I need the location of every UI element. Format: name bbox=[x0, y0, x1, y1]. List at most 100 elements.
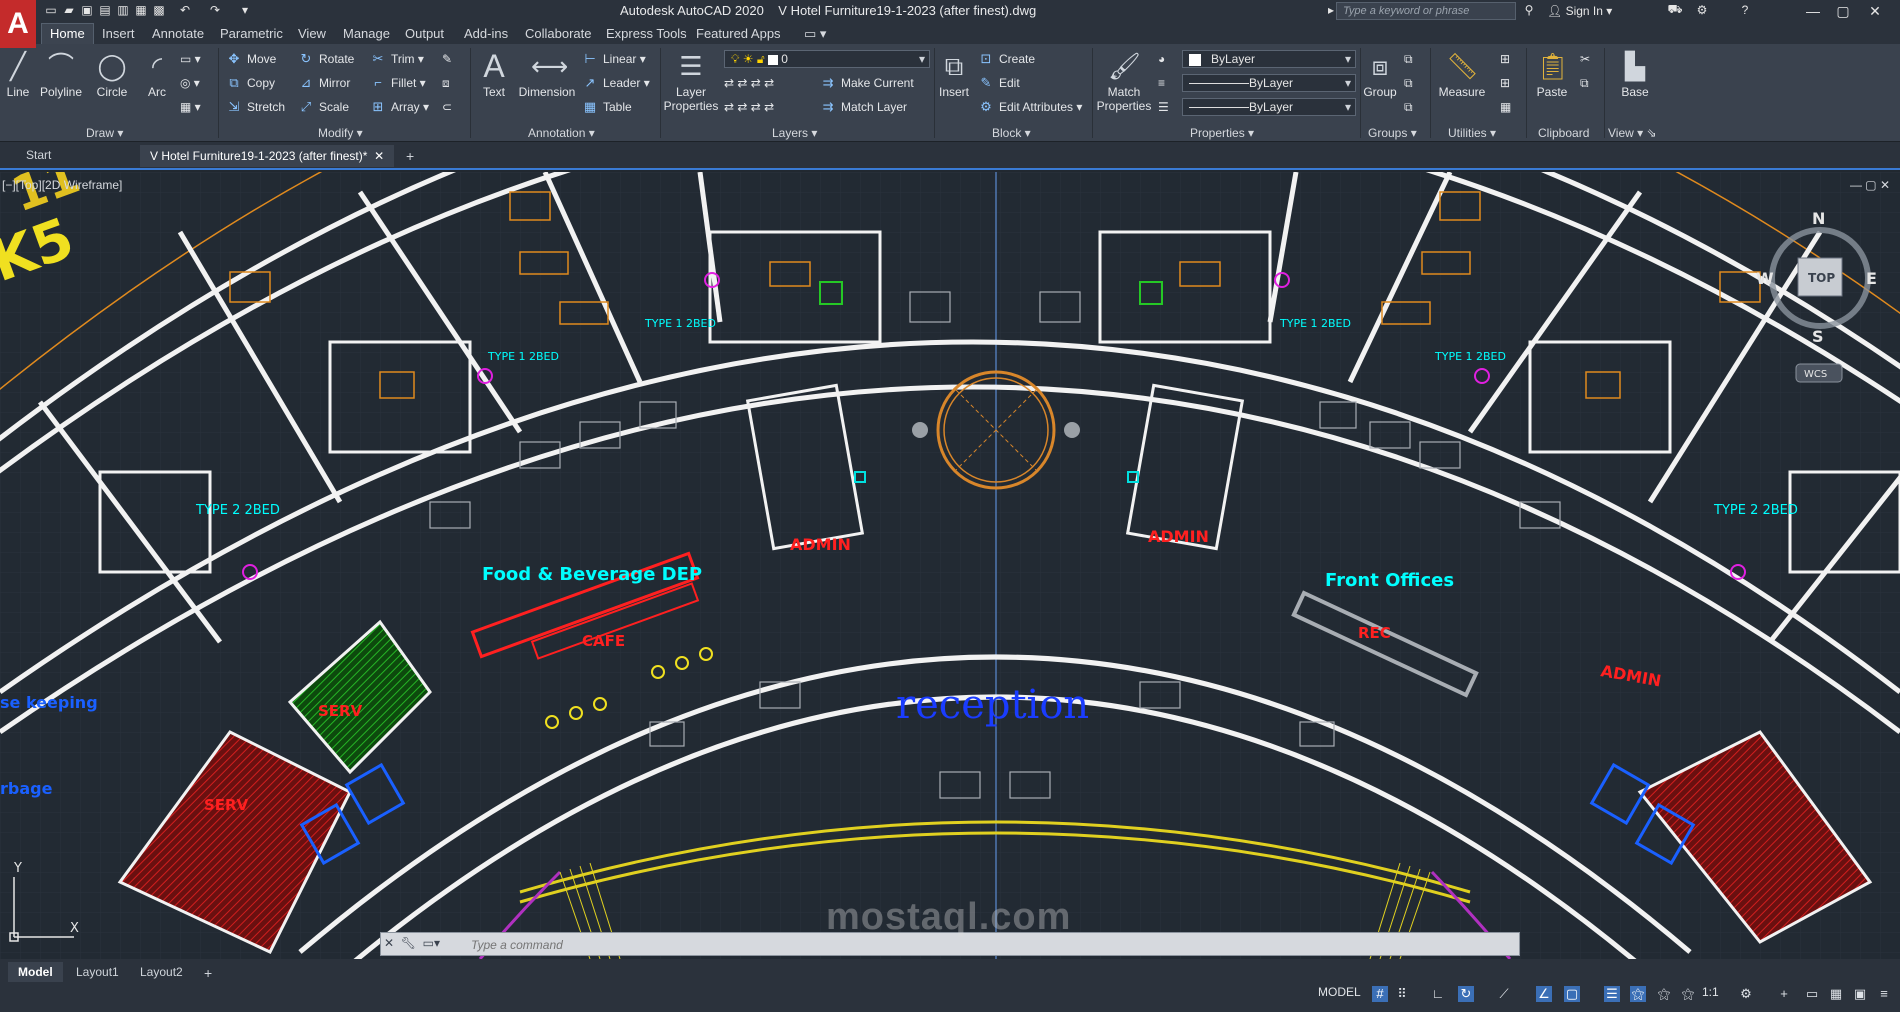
scale-button[interactable]: ⤢ Scale bbox=[298, 100, 349, 115]
stretch-button[interactable]: ⇲ Stretch bbox=[226, 100, 285, 115]
properties-panel-label[interactable]: Properties ▾ bbox=[1190, 126, 1254, 140]
explode-icon[interactable]: ⧈ bbox=[442, 76, 450, 91]
line-button[interactable]: ╱ Line bbox=[2, 50, 34, 99]
match-layer-button[interactable]: ⇉ Match Layer bbox=[820, 100, 907, 115]
tab-collaborate[interactable]: Collaborate bbox=[525, 26, 592, 41]
drawing-tab[interactable]: V Hotel Furniture19-1-2023 (after finest… bbox=[140, 145, 395, 167]
modify-panel-label[interactable]: Modify ▾ bbox=[318, 126, 363, 140]
dimension-button[interactable]: ⟷ Dimension bbox=[516, 50, 578, 99]
trim-button[interactable]: ✂ Trim ▾ bbox=[370, 52, 424, 67]
redo-icon[interactable]: ↷ bbox=[208, 3, 222, 17]
insert-button[interactable]: ⧉ Insert bbox=[936, 50, 972, 99]
viewport-window-controls[interactable]: — ▢ ✕ bbox=[1850, 178, 1890, 192]
snap-icon[interactable]: ⠿ bbox=[1394, 986, 1410, 1002]
rectangle-icon[interactable]: ▭ ▾ bbox=[180, 52, 201, 66]
plot-icon[interactable]: ▩ bbox=[152, 3, 166, 17]
compass-north[interactable]: N bbox=[1812, 209, 1825, 228]
close-command-icon[interactable]: ✕ bbox=[384, 936, 394, 950]
layer-properties-button[interactable]: ☰ Layer Properties bbox=[662, 50, 720, 113]
groups-panel-label[interactable]: Groups ▾ bbox=[1368, 126, 1417, 140]
rotate-button[interactable]: ↻ Rotate bbox=[298, 52, 355, 67]
utilities-panel-label[interactable]: Utilities ▾ bbox=[1448, 126, 1496, 140]
tab-view[interactable]: View bbox=[298, 26, 326, 41]
compass-east[interactable]: E bbox=[1866, 269, 1877, 288]
workspace-gear-icon[interactable]: ⚙ bbox=[1738, 986, 1754, 1002]
match-properties-button[interactable]: 🖌︎ Match Properties bbox=[1094, 50, 1154, 113]
tab-output[interactable]: Output bbox=[405, 26, 444, 41]
view-panel-label[interactable]: View ▾ ⇘ bbox=[1608, 126, 1657, 140]
edit-block-button[interactable]: ✎ Edit bbox=[978, 76, 1020, 91]
customize-wrench-icon[interactable]: 🔧︎ bbox=[401, 936, 416, 950]
drawing-area[interactable]: [−][Top][2D Wireframe] — ▢ ✕ 11 K5 TYPE … bbox=[0, 172, 1900, 959]
open-icon[interactable]: ▰ bbox=[62, 3, 76, 17]
erase-icon[interactable]: ✎ bbox=[442, 52, 452, 66]
close-tab-icon[interactable]: ✕ bbox=[374, 149, 384, 163]
layout-tab-layout1[interactable]: Layout1 bbox=[76, 965, 119, 979]
sign-in-button[interactable]: 👤︎ Sign In ▾ bbox=[1547, 4, 1612, 18]
mirror-button[interactable]: ⊿ Mirror bbox=[298, 76, 351, 91]
layer-tool-icons[interactable]: ⇄ ⇄ ⇄ ⇄ bbox=[724, 76, 774, 90]
help-search-input[interactable]: Type a keyword or phrase bbox=[1336, 2, 1516, 20]
tab-parametric[interactable]: Parametric bbox=[220, 26, 283, 41]
polar-tracking-icon[interactable]: ↻ bbox=[1458, 986, 1474, 1002]
close-button[interactable]: ✕ bbox=[1862, 1, 1888, 21]
lineweight-toggle-icon[interactable]: ☰ bbox=[1604, 986, 1620, 1002]
units-icon[interactable]: ▭ bbox=[1804, 986, 1820, 1002]
isodraft-icon[interactable]: ⟋ bbox=[1496, 986, 1512, 1002]
add-layout-button[interactable]: + bbox=[204, 965, 212, 981]
auto-scale-icon[interactable]: ⚝ bbox=[1656, 986, 1672, 1002]
tab-insert[interactable]: Insert bbox=[102, 26, 135, 41]
color-dropdown[interactable]: ByLayer bbox=[1182, 50, 1356, 68]
tab-home[interactable]: Home bbox=[41, 23, 94, 45]
command-prompt-icon[interactable]: ▭▾ bbox=[423, 936, 440, 950]
quick-select-icon[interactable]: ⊞ bbox=[1500, 52, 1510, 66]
calculator-icon[interactable]: ▦ bbox=[1500, 100, 1511, 114]
quick-properties-icon[interactable]: ▦ bbox=[1828, 986, 1844, 1002]
compass-west[interactable]: W bbox=[1756, 269, 1774, 288]
cut-icon[interactable]: ✂ bbox=[1580, 52, 1590, 66]
group-button[interactable]: ⧈ Group bbox=[1362, 50, 1398, 99]
layer-dropdown[interactable]: 💡︎ ☀ 🔓︎ 0 bbox=[724, 50, 930, 68]
hatch-icon[interactable]: ◎ ▾ bbox=[180, 76, 200, 90]
create-block-button[interactable]: ⊡ Create bbox=[978, 52, 1035, 67]
polyline-button[interactable]: ⌒ Polyline bbox=[38, 50, 84, 99]
arc-button[interactable]: ◜ Arc bbox=[140, 50, 174, 99]
text-button[interactable]: A Text bbox=[476, 50, 512, 99]
lineweight-dropdown[interactable]: ByLayer bbox=[1182, 74, 1356, 92]
annotation-scale-icon[interactable]: ⚝ bbox=[1680, 986, 1696, 1002]
move-button[interactable]: ✥ Move bbox=[226, 52, 277, 67]
ortho-icon[interactable]: ∟ bbox=[1430, 986, 1446, 1002]
start-tab[interactable]: Start bbox=[26, 148, 51, 162]
cart-icon[interactable]: ⛟ bbox=[1667, 2, 1682, 17]
binoculars-icon[interactable]: ⚲ bbox=[1522, 3, 1536, 17]
compass-south[interactable]: S bbox=[1812, 327, 1824, 346]
select-all-icon[interactable]: ⊞ bbox=[1500, 76, 1510, 90]
leader-button[interactable]: ↗ Leader ▾ bbox=[582, 76, 650, 91]
clean-screen-icon[interactable]: ▣ bbox=[1852, 986, 1868, 1002]
linetype-dropdown[interactable]: ByLayer bbox=[1182, 98, 1356, 116]
customization-menu-icon[interactable]: ≡ bbox=[1876, 986, 1892, 1002]
save-as-icon[interactable]: ▤ bbox=[98, 3, 112, 17]
save-web-icon[interactable]: ▦ bbox=[134, 3, 148, 17]
layer-state-icons[interactable]: ⇄ ⇄ ⇄ ⇄ bbox=[724, 100, 774, 114]
wcs-label[interactable]: WCS bbox=[1804, 369, 1827, 380]
tab-add-ins[interactable]: Add-ins bbox=[464, 26, 508, 41]
tab-featured-apps[interactable]: Featured Apps bbox=[696, 26, 781, 41]
new-icon[interactable]: ▭ bbox=[44, 3, 58, 17]
offset-icon[interactable]: ⊂ bbox=[442, 100, 452, 114]
circle-button[interactable]: ◯ Circle bbox=[92, 50, 132, 99]
base-view-button[interactable]: ▙ Base bbox=[1608, 50, 1662, 99]
model-space-button[interactable]: MODEL bbox=[1318, 985, 1361, 999]
edit-attributes-button[interactable]: ⚙ Edit Attributes ▾ bbox=[978, 100, 1082, 115]
grid-icon[interactable]: # bbox=[1372, 986, 1388, 1002]
paste-button[interactable]: 📋︎ Paste bbox=[1530, 50, 1574, 99]
copy-button[interactable]: ⧉ Copy bbox=[226, 76, 275, 91]
fillet-button[interactable]: ⌐ Fillet ▾ bbox=[370, 76, 426, 91]
new-tab-button[interactable]: + bbox=[406, 148, 414, 164]
annotation-monitor-icon[interactable]: + bbox=[1776, 986, 1792, 1002]
undo-icon[interactable]: ↶ bbox=[178, 3, 192, 17]
clipboard-panel-label[interactable]: Clipboard bbox=[1538, 126, 1589, 140]
help-icon[interactable]: ? bbox=[1738, 3, 1752, 17]
save-icon[interactable]: ▣ bbox=[80, 3, 94, 17]
layout-tab-layout2[interactable]: Layout2 bbox=[140, 965, 183, 979]
